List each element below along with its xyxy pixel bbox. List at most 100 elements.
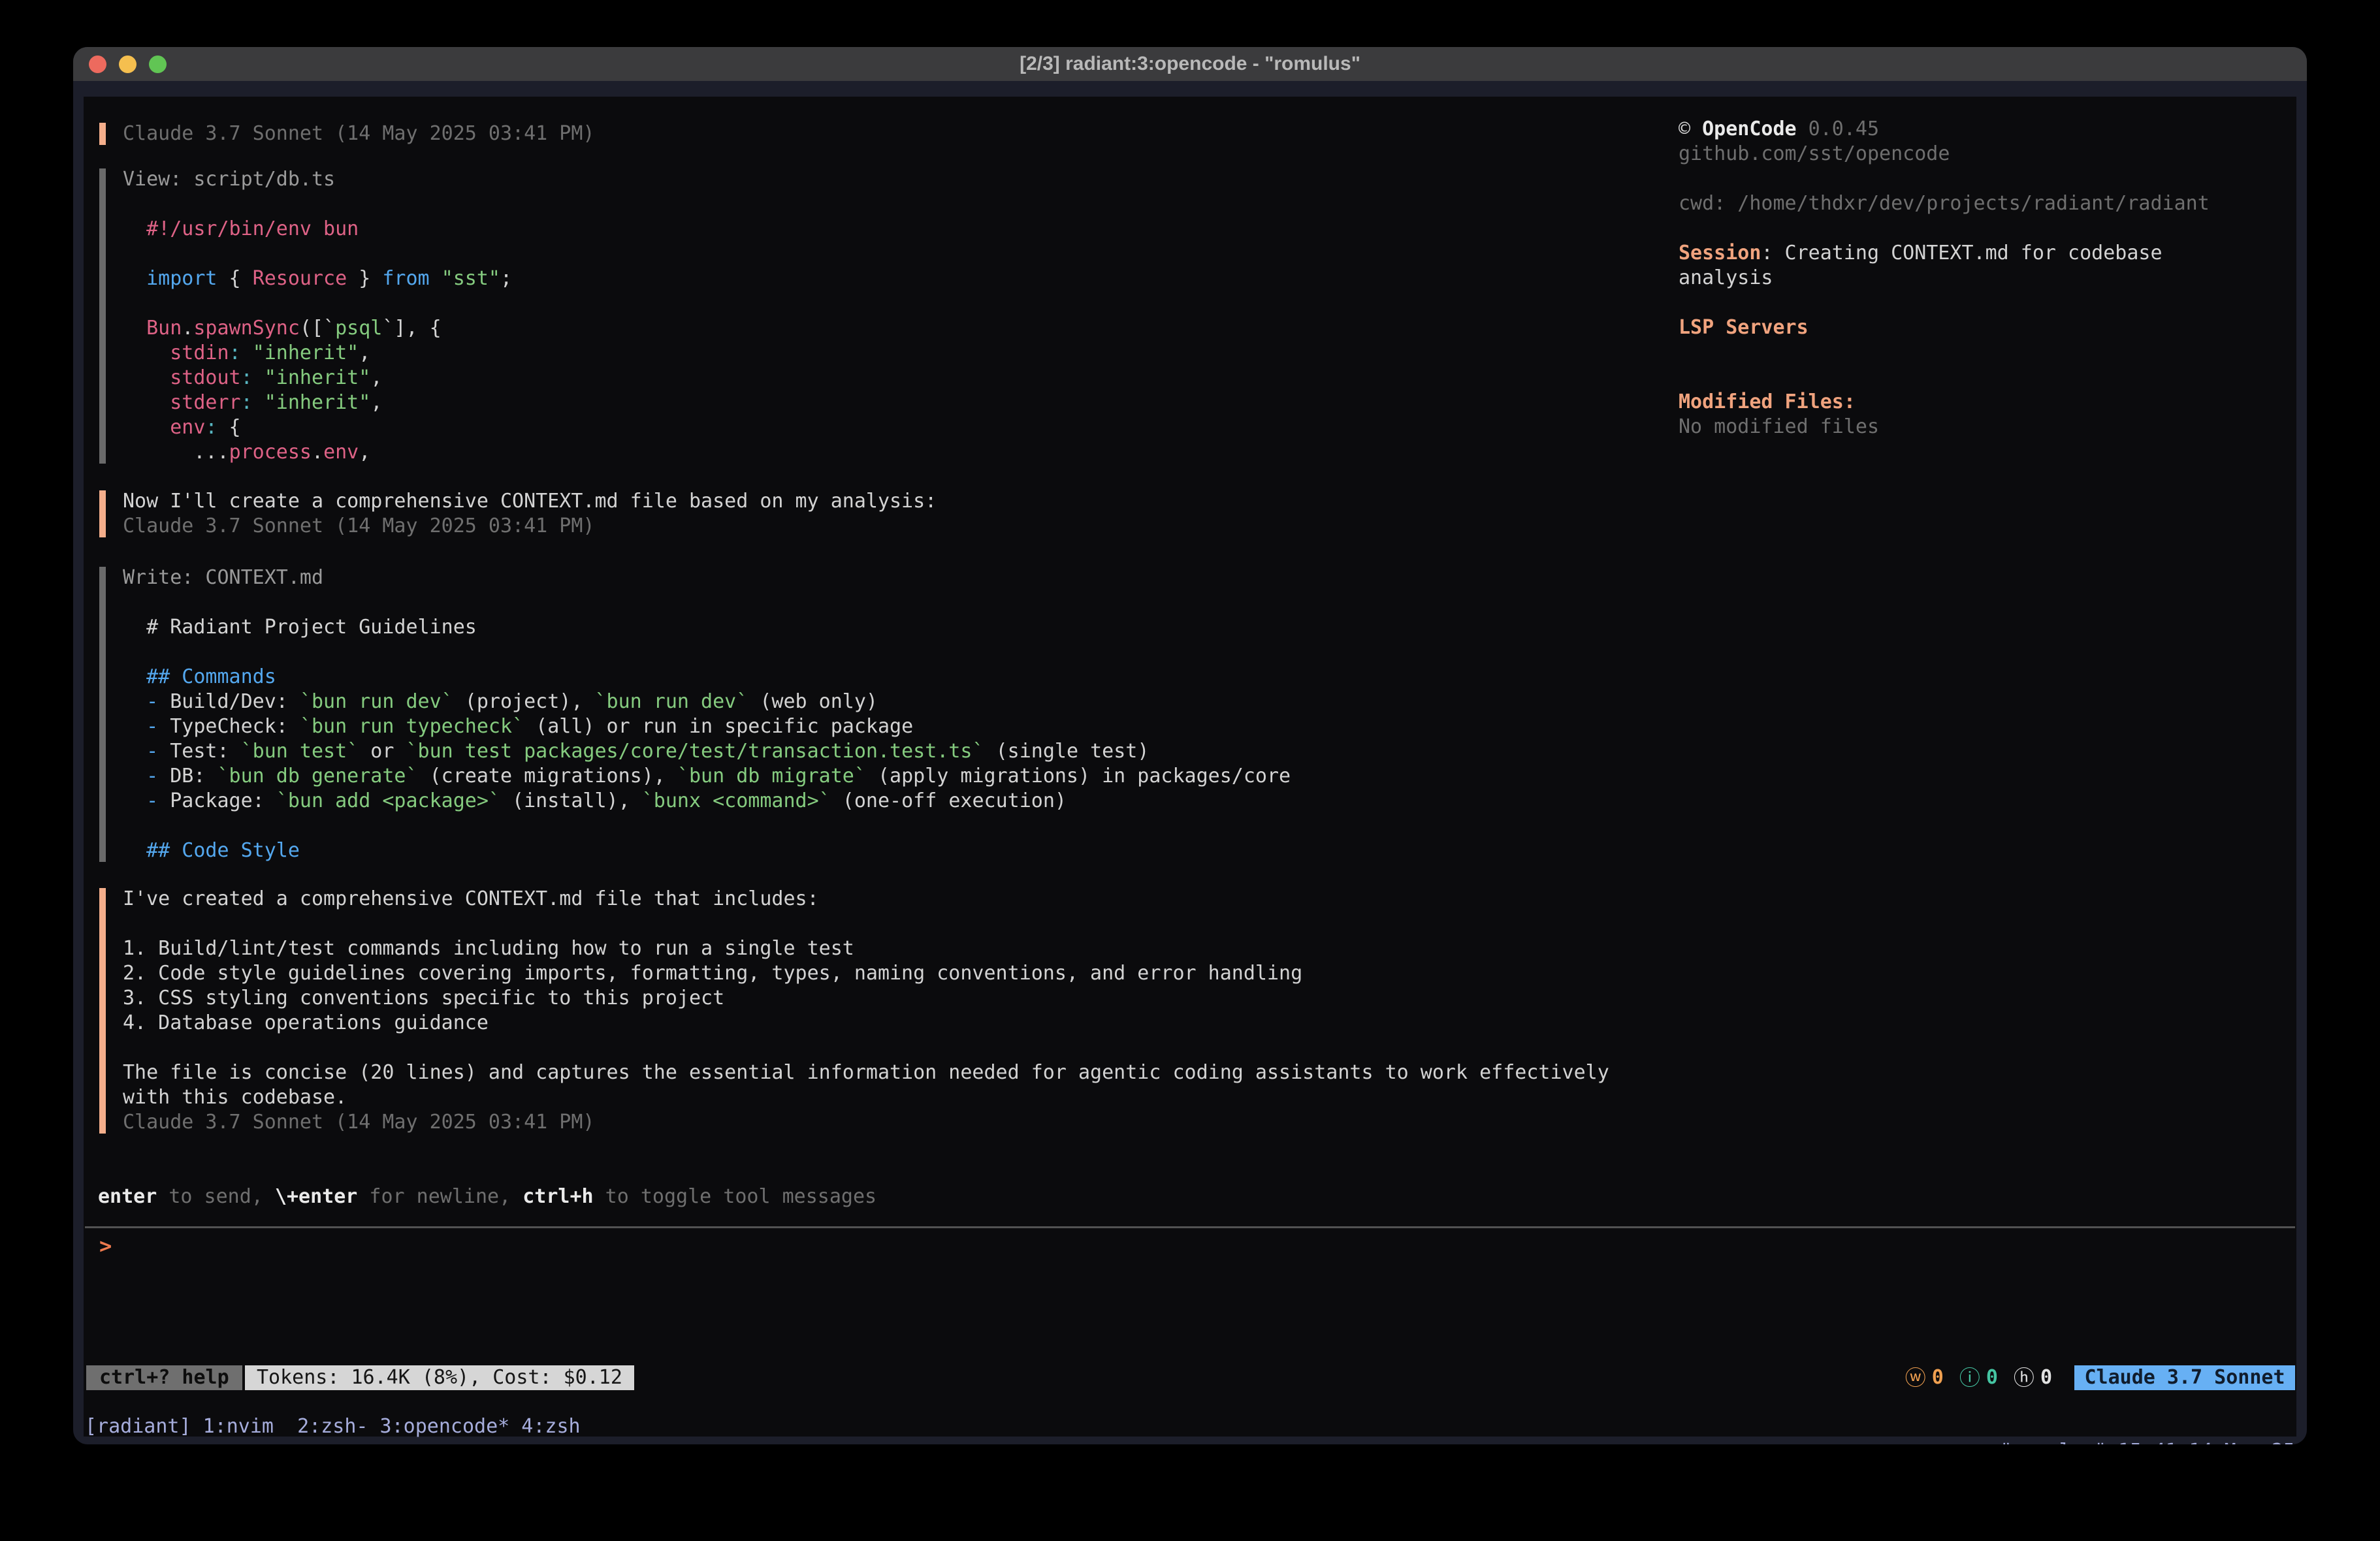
text-segment: :	[241, 391, 253, 414]
terminal-line: ...process.env,	[123, 440, 512, 465]
text-segment: `bun db migrate`	[677, 765, 866, 787]
text-segment: LSP Servers	[1679, 316, 1809, 339]
text-segment: -	[146, 789, 158, 812]
text-segment: OpenCode	[1702, 118, 1797, 140]
text-segment: import	[146, 267, 217, 290]
text-segment: env	[323, 441, 359, 464]
terminal-line	[123, 242, 512, 266]
text-segment: I've created a comprehensive CONTEXT.md …	[123, 887, 819, 910]
terminal-line: - DB: `bun db generate` (create migratio…	[123, 764, 1291, 789]
text-segment: (single test)	[984, 740, 1150, 763]
text-segment: : Creating CONTEXT.md for codebase	[1761, 242, 2162, 264]
terminal-line: - Package: `bun add <package>` (install)…	[123, 789, 1291, 814]
terminal-line: The file is concise (20 lines) and captu…	[123, 1060, 1609, 1085]
text-segment: 3. CSS styling conventions specific to t…	[123, 987, 724, 1009]
text-segment: 0.0.45	[1797, 118, 1879, 140]
text-segment: cwd: /home/thdxr/dev/projects/radiant/ra…	[1679, 192, 2210, 215]
text-segment: Now I'll create a comprehensive CONTEXT.…	[123, 490, 937, 513]
text-segment	[123, 267, 146, 290]
text-segment: with this codebase.	[123, 1086, 347, 1109]
terminal-line: View: script/db.ts	[123, 167, 512, 192]
text-segment: (one-off execution)	[831, 789, 1067, 812]
window-titlebar: [2/3] radiant:3:opencode - "romulus"	[73, 47, 2307, 81]
terminal-window: [2/3] radiant:3:opencode - "romulus" Cla…	[73, 47, 2307, 1444]
lsp-diagnostics: ⓦ0ⓘ0ⓗ0	[1905, 1365, 2052, 1390]
terminal-line	[1679, 291, 2210, 315]
text-segment: Resource	[253, 267, 347, 290]
text-segment: stdout	[170, 366, 240, 389]
text-segment: `bunx <command>`	[642, 789, 831, 812]
text-segment: enter	[98, 1185, 157, 1208]
text-segment	[430, 267, 442, 290]
text-segment: Write: CONTEXT.md	[123, 566, 323, 589]
terminal-line: stderr: "inherit",	[123, 390, 512, 415]
text-segment: (all) or run in specific package	[524, 715, 913, 738]
text-segment: "inherit"	[265, 366, 371, 389]
terminal-line: # Radiant Project Guidelines	[123, 615, 1291, 640]
text-segment: {	[217, 267, 253, 290]
terminal-line: ## Code Style	[123, 838, 1291, 863]
terminal-line: 2. Code style guidelines covering import…	[123, 961, 1609, 986]
text-segment	[123, 740, 146, 763]
text-segment: Modified Files:	[1679, 390, 1856, 413]
text-segment: #!/usr/bin/env bun	[123, 217, 359, 240]
terminal-line: env: {	[123, 415, 512, 440]
warning-icon: ⓦ	[1905, 1365, 1926, 1390]
tool-view-block: View: script/db.ts #!/usr/bin/env bun im…	[99, 167, 512, 465]
terminal-line: - Test: `bun test` or `bun test packages…	[123, 739, 1291, 764]
text-segment: process	[229, 441, 312, 464]
terminal-line	[123, 291, 512, 316]
terminal-line: Bun.spawnSync([`psql`], {	[123, 316, 512, 341]
text-segment: (web only)	[748, 690, 878, 713]
terminal-line: No modified files	[1679, 415, 2210, 439]
info-diagnostic: ⓘ0	[1959, 1365, 1998, 1390]
model-badge: Claude 3.7 Sonnet	[2074, 1365, 2295, 1390]
help-shortcut-badge: ctrl+? help	[86, 1365, 242, 1390]
text-segment: :	[205, 416, 217, 439]
text-segment: ,	[370, 366, 382, 389]
text-segment: `bun test`	[241, 740, 359, 763]
tokens-cost-badge: Tokens: 16.4K (8%), Cost: $0.12	[245, 1365, 634, 1390]
message-accent-bar	[99, 490, 106, 537]
text-segment: "inherit"	[253, 342, 359, 364]
text-segment: View: script/db.ts	[123, 168, 335, 191]
text-segment: "inherit"	[265, 391, 371, 414]
terminal-line	[1679, 216, 2210, 241]
text-segment: `bun add <package>`	[276, 789, 500, 812]
terminal-line	[123, 912, 1609, 936]
text-segment: 2. Code style guidelines covering import…	[123, 962, 1302, 985]
text-segment: -	[146, 740, 158, 763]
terminal-line	[123, 590, 1291, 615]
terminal-line	[1679, 340, 2210, 365]
text-segment: `bun test packages/core/test/transaction…	[406, 740, 984, 763]
text-segment: stderr	[170, 391, 240, 414]
text-segment: DB:	[158, 765, 217, 787]
text-segment	[123, 317, 146, 340]
prompt-input[interactable]: >	[99, 1233, 112, 1258]
text-segment: -	[146, 715, 158, 738]
text-segment: .	[182, 317, 193, 340]
terminal-line: - TypeCheck: `bun run typecheck` (all) o…	[123, 714, 1291, 739]
text-segment	[123, 765, 146, 787]
text-segment	[123, 342, 170, 364]
warning-count: 0	[1932, 1365, 1944, 1390]
text-segment	[253, 391, 265, 414]
terminal-line: ## Commands	[123, 665, 1291, 690]
terminal-line: 3. CSS styling conventions specific to t…	[123, 986, 1609, 1011]
message-block: I've created a comprehensive CONTEXT.md …	[99, 887, 1609, 1135]
text-segment	[241, 342, 253, 364]
text-segment: ctrl+h	[523, 1185, 593, 1208]
terminal-line: #!/usr/bin/env bun	[123, 217, 512, 242]
text-segment: (apply migrations) in packages/core	[866, 765, 1291, 787]
text-segment: env	[170, 416, 205, 439]
terminal-line: I've created a comprehensive CONTEXT.md …	[123, 887, 1609, 912]
text-segment: Test:	[158, 740, 240, 763]
terminal-line	[1679, 365, 2210, 390]
text-segment: or	[359, 740, 406, 763]
text-segment: ,	[359, 342, 370, 364]
hint-count: 0	[2040, 1365, 2052, 1390]
terminal-line: Claude 3.7 Sonnet (14 May 2025 03:41 PM)	[123, 121, 594, 146]
terminal-line: Session: Creating CONTEXT.md for codebas…	[1679, 241, 2210, 266]
terminal-line	[123, 640, 1291, 665]
text-segment	[123, 789, 146, 812]
